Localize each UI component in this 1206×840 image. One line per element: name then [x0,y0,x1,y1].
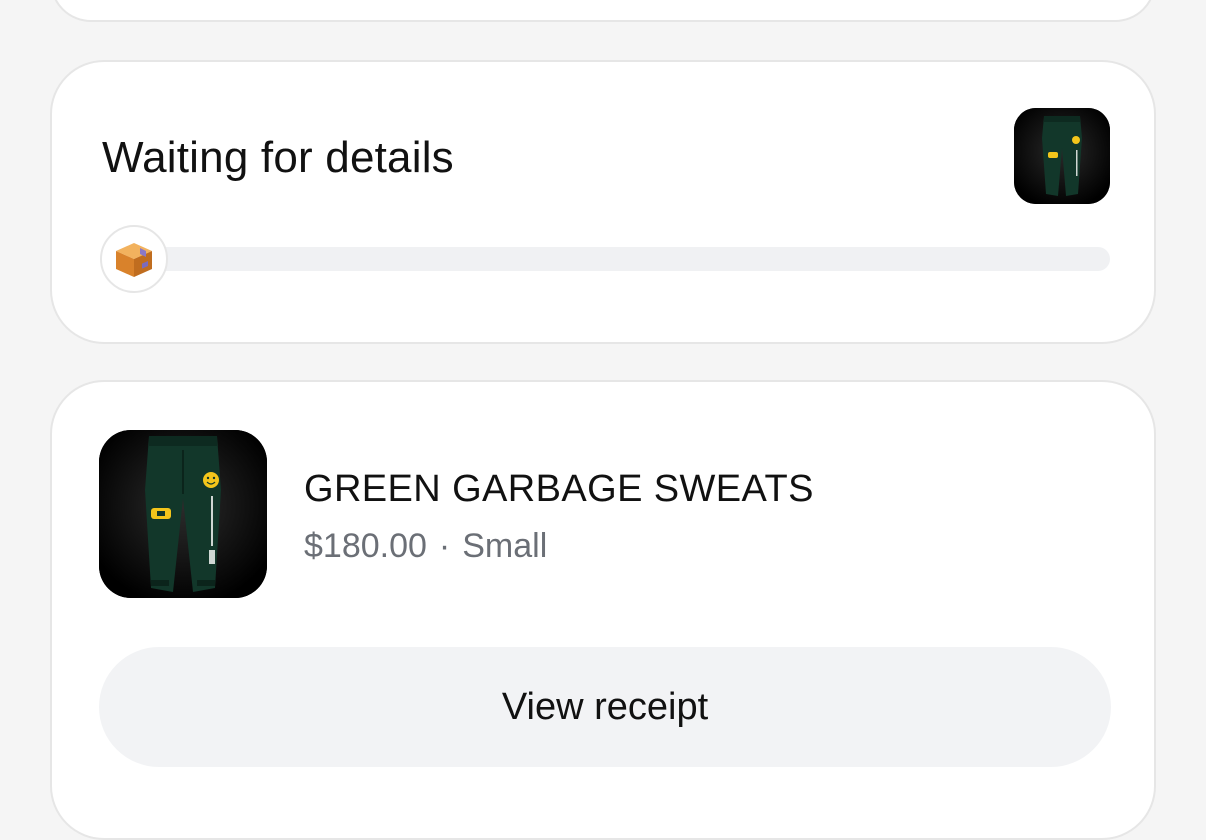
previous-card [50,0,1156,22]
sweatpants-image [1014,108,1110,204]
meta-separator: · [438,527,451,565]
product-thumbnail[interactable] [99,430,267,598]
status-title: Waiting for details [102,133,454,182]
package-box-icon [116,243,152,277]
order-status-card: Waiting for details [50,60,1156,344]
sweatpants-image [99,430,267,598]
status-product-thumbnail[interactable] [1014,108,1110,204]
product-price: $180.00 [304,527,427,565]
order-item-card: GREEN GARBAGE SWEATS $180.00 · Small View … [50,380,1156,840]
progress-badge [100,225,168,293]
product-meta: $180.00 · Small [304,525,547,567]
view-receipt-button[interactable]: View receipt [99,647,1111,767]
product-size: Small [462,527,548,565]
product-name: GREEN GARBAGE SWEATS [304,468,814,510]
delivery-progress-bar [136,247,1110,271]
